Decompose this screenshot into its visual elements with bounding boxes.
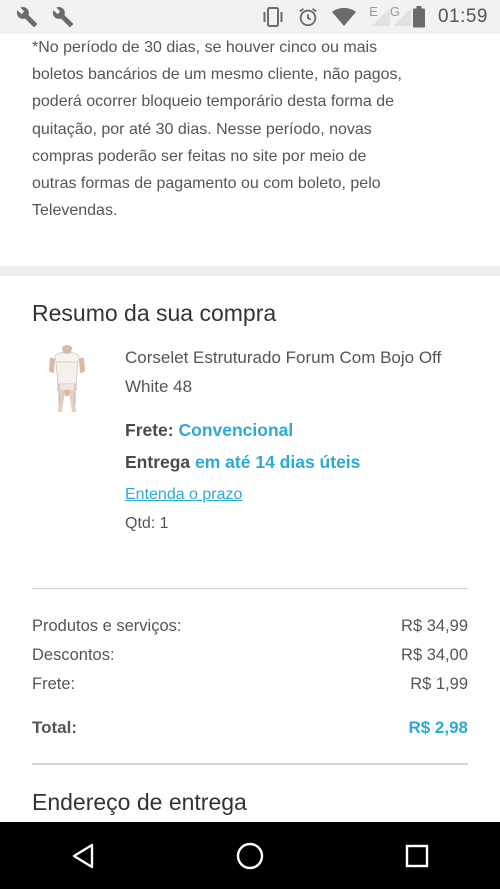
product-name[interactable]: Corselet Estruturado Forum Com Bojo Off … xyxy=(125,343,475,401)
subtotal-value: R$ 34,99 xyxy=(401,617,468,635)
boleto-notice: *No período de 30 dias, se houver cinco … xyxy=(32,39,402,220)
back-button[interactable] xyxy=(53,826,113,886)
delivery-value: em até 14 dias úteis xyxy=(195,452,361,472)
delivery-estimate: Entrega em até 14 dias úteis xyxy=(125,452,360,473)
wifi-icon xyxy=(331,7,357,27)
discount-row: Descontos: R$ 34,00 xyxy=(32,646,468,665)
shipping-cost-row: Frete: R$ 1,99 xyxy=(32,675,468,694)
vibrate-icon xyxy=(261,6,285,28)
shipping-method: Frete: Convencional xyxy=(125,420,293,441)
status-bar: E G 01:59 xyxy=(0,0,500,34)
total-row: Total: R$ 2,98 xyxy=(32,718,468,738)
shipping-cost-value: R$ 1,99 xyxy=(410,675,468,693)
subtotal-row: Produtos e serviços: R$ 34,99 xyxy=(32,617,468,636)
recents-button[interactable] xyxy=(387,826,447,886)
discount-label: Descontos: xyxy=(32,646,115,664)
clock: 01:59 xyxy=(437,6,488,27)
discount-value: R$ 34,00 xyxy=(401,646,468,664)
summary-divider xyxy=(32,588,468,589)
status-bar-right: E G 01:59 xyxy=(261,4,488,28)
summary-title: Resumo da sua compra xyxy=(32,300,277,326)
section-divider xyxy=(0,266,500,276)
subtotal-label: Produtos e serviços: xyxy=(32,617,182,635)
shipping-label: Frete: xyxy=(125,420,174,440)
wrench-icon xyxy=(50,6,76,28)
signal-g-icon: G xyxy=(390,4,411,27)
shipping-cost-label: Frete: xyxy=(32,675,76,693)
screen: E G 01:59 *No período de 30 dias, se hou… xyxy=(0,0,500,889)
status-bar-left xyxy=(14,6,76,28)
delivery-label: Entrega xyxy=(125,452,191,472)
total-value: R$ 2,98 xyxy=(408,718,468,737)
signal-e-icon: E xyxy=(369,4,391,27)
quantity: Qtd: 1 xyxy=(125,515,169,532)
recents-icon xyxy=(405,844,428,867)
home-icon xyxy=(236,842,264,869)
product-image[interactable] xyxy=(44,344,90,416)
shipping-value: Convencional xyxy=(178,420,294,440)
alarm-icon xyxy=(297,6,319,28)
understand-deadline-link[interactable]: Entenda o prazo xyxy=(125,486,242,504)
battery-icon xyxy=(412,6,426,28)
total-label: Total: xyxy=(32,718,78,737)
total-divider xyxy=(32,763,468,765)
navigation-bar xyxy=(0,822,500,889)
home-button[interactable] xyxy=(220,826,280,886)
wrench-icon xyxy=(14,6,40,28)
address-title: Endereço de entrega xyxy=(32,789,247,815)
back-icon xyxy=(73,843,94,868)
